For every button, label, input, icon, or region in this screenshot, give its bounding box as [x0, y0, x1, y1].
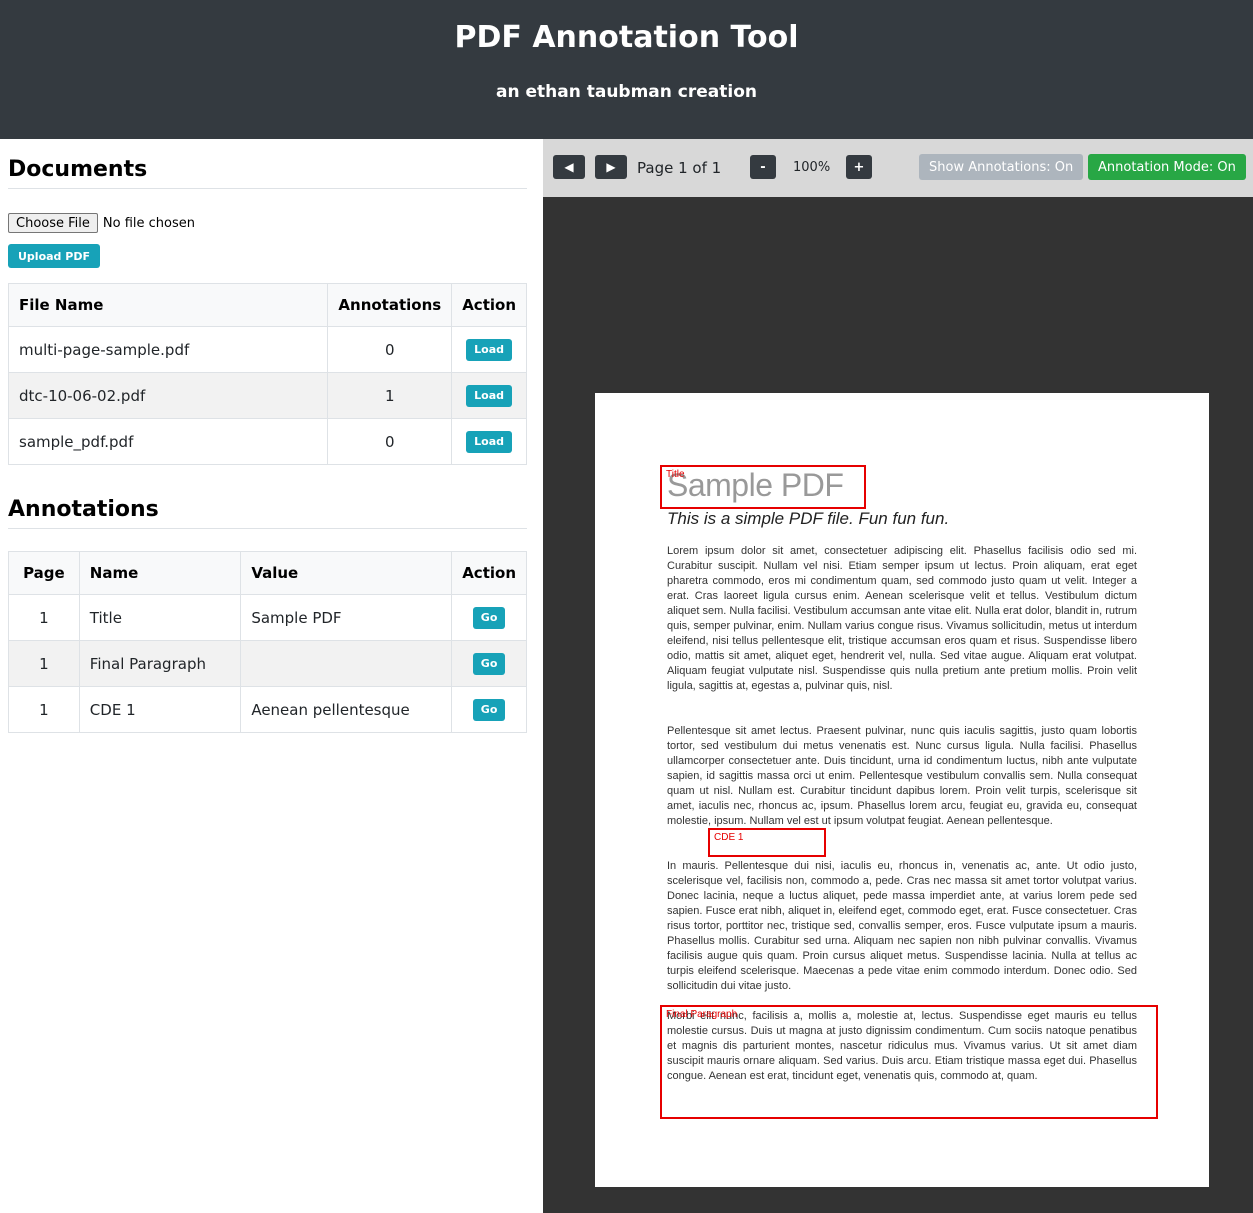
pdf-viewer: ◀ ▶ Page 1 of 1 - 100% + Show Annotation… — [543, 139, 1253, 1213]
annotation-count-cell: 0 — [327, 326, 453, 373]
previous-page-button[interactable]: ◀ — [553, 155, 585, 179]
table-row: 1 CDE 1 Aenean pellentesque Go — [8, 686, 527, 733]
table-row: multi-page-sample.pdf 0 Load — [7, 326, 527, 373]
table-row: sample_pdf.pdf 0 Load — [7, 418, 527, 465]
table-row: 1 Final Paragraph Go — [8, 640, 527, 687]
app-subtitle: an ethan taubman creation — [495, 82, 758, 102]
go-button[interactable]: Go — [472, 698, 506, 721]
annotation-box-title[interactable]: Title — [660, 465, 866, 509]
table-header-row: File Name Annotations Action — [7, 283, 527, 327]
column-header: File Name — [7, 283, 329, 327]
column-header: Value — [240, 551, 453, 595]
file-name-cell: multi-page-sample.pdf — [7, 326, 329, 373]
action-cell: Go — [451, 686, 527, 733]
pdf-subtitle: This is a simple PDF file. Fun fun fun. — [667, 509, 950, 528]
column-header: Action — [451, 283, 527, 327]
annotation-box-cde[interactable]: CDE 1 — [708, 828, 826, 857]
page-indicator: Page 1 of 1 — [637, 159, 722, 177]
go-button[interactable]: Go — [472, 606, 506, 629]
column-header: Name — [78, 551, 242, 595]
viewer-toolbar: ◀ ▶ Page 1 of 1 - 100% + Show Annotation… — [543, 139, 1253, 197]
go-button[interactable]: Go — [472, 652, 506, 675]
no-file-text: No file chosen — [102, 215, 195, 231]
column-header: Page — [8, 551, 80, 595]
action-cell: Load — [451, 372, 527, 419]
triangle-right-icon: ▶ — [606, 160, 616, 174]
annotation-label: CDE 1 — [714, 832, 744, 843]
annotation-box-final-paragraph[interactable]: Final Paragraph — [660, 1005, 1158, 1119]
show-annotations-toggle[interactable]: Show Annotations: On — [919, 154, 1084, 180]
page-cell: 1 — [8, 686, 80, 733]
column-header: Action — [451, 551, 527, 595]
annotation-label: Title — [666, 469, 685, 480]
page-cell: 1 — [8, 594, 80, 641]
next-page-button[interactable]: ▶ — [595, 155, 627, 179]
table-header-row: Page Name Value Action — [8, 551, 527, 595]
annotations-table: Page Name Value Action 1 Title Sample PD… — [8, 551, 527, 733]
app-header: PDF Annotation Tool an ethan taubman cre… — [0, 0, 1253, 139]
triangle-left-icon: ◀ — [564, 160, 574, 174]
action-cell: Load — [451, 418, 527, 465]
pdf-page[interactable]: Sample PDF This is a simple PDF file. Fu… — [595, 393, 1209, 1187]
documents-table: File Name Annotations Action multi-page-… — [7, 283, 527, 465]
zoom-level: 100% — [793, 160, 831, 175]
file-input[interactable]: Choose File No file chosen — [8, 213, 195, 233]
annotation-label: Final Paragraph — [666, 1009, 738, 1020]
zoom-in-button[interactable]: + — [846, 155, 872, 179]
annotation-count-cell: 0 — [327, 418, 453, 465]
column-header: Annotations — [327, 283, 453, 327]
load-button[interactable]: Load — [466, 384, 513, 407]
documents-heading: Documents — [8, 157, 527, 189]
file-name-cell: dtc-10-06-02.pdf — [7, 372, 329, 419]
table-row: 1 Title Sample PDF Go — [8, 594, 527, 641]
annotation-mode-toggle[interactable]: Annotation Mode: On — [1088, 154, 1246, 180]
annotation-count-cell: 1 — [327, 372, 453, 419]
app-title: PDF Annotation Tool — [454, 20, 799, 55]
file-name-cell: sample_pdf.pdf — [7, 418, 329, 465]
load-button[interactable]: Load — [466, 338, 513, 361]
choose-file-button[interactable]: Choose File — [8, 213, 98, 233]
left-panel: Documents Choose File No file chosen Upl… — [0, 139, 543, 1213]
name-cell: Title — [78, 594, 242, 641]
pdf-paragraph: In mauris. Pellentesque dui nisi, iaculi… — [667, 860, 1137, 992]
action-cell: Go — [451, 594, 527, 641]
name-cell: CDE 1 — [78, 686, 242, 733]
value-cell — [240, 640, 453, 687]
page-cell: 1 — [8, 640, 80, 687]
load-button[interactable]: Load — [466, 430, 513, 453]
pdf-paragraph: Lorem ipsum dolor sit amet, consectetuer… — [667, 545, 1137, 692]
value-cell: Aenean pellentesque — [240, 686, 453, 733]
name-cell: Final Paragraph — [78, 640, 242, 687]
pdf-paragraph: Pellentesque sit amet lectus. Praesent p… — [667, 725, 1137, 827]
upload-pdf-button[interactable]: Upload PDF — [8, 244, 100, 268]
annotations-heading: Annotations — [8, 497, 527, 529]
zoom-out-button[interactable]: - — [750, 155, 776, 179]
value-cell: Sample PDF — [240, 594, 453, 641]
table-row: dtc-10-06-02.pdf 1 Load — [7, 372, 527, 419]
action-cell: Go — [451, 640, 527, 687]
action-cell: Load — [451, 326, 527, 373]
